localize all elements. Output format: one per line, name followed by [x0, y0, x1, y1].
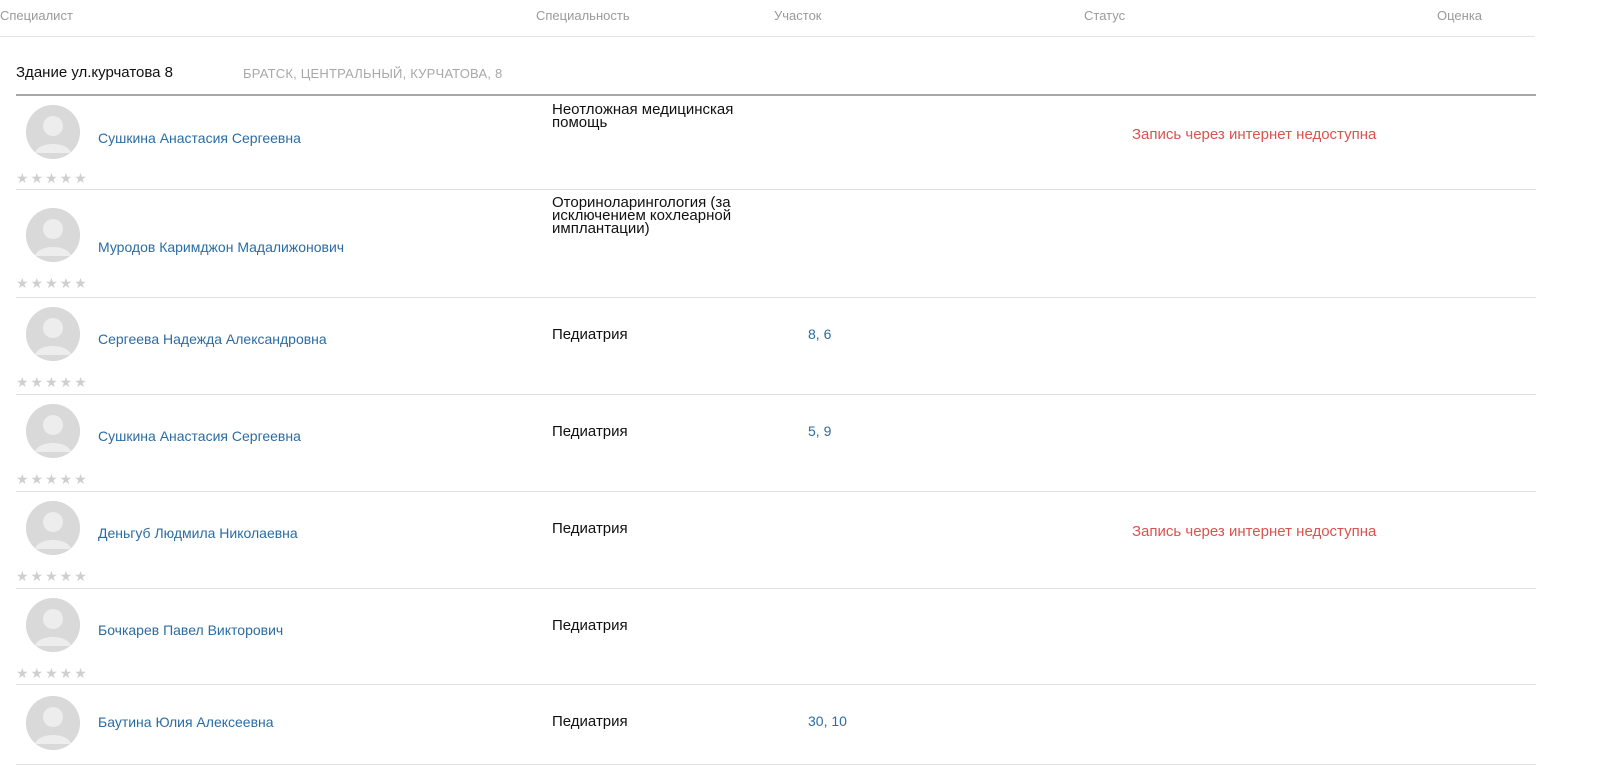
rating-stars[interactable]: ★★★★★	[16, 568, 89, 585]
specialist-name-link[interactable]: Сушкина Анастасия Сергеевна	[98, 428, 301, 444]
specialty-line: Педиатрия	[552, 713, 628, 730]
user-avatar-placeholder-icon	[26, 404, 80, 458]
header-plot: Участок	[774, 8, 822, 23]
specialist-name-link[interactable]: Баутина Юлия Алексеевна	[98, 714, 274, 730]
rating-stars[interactable]: ★★★★★	[16, 665, 89, 682]
specialist-name-link[interactable]: Муродов Каримджон Мадалижонович	[98, 239, 344, 255]
header-specialty: Специальность	[536, 8, 630, 23]
rating-stars[interactable]: ★★★★★	[16, 374, 89, 391]
specialist-name-link[interactable]: Сушкина Анастасия Сергеевна	[98, 130, 301, 146]
specialty: Педиатрия	[552, 713, 812, 730]
building-heading: Здание ул.курчатова 8 БРАТСК, ЦЕНТРАЛЬНЫ…	[16, 64, 1536, 96]
building-name: Здание ул.курчатова 8	[16, 64, 174, 81]
specialist-name-link[interactable]: Сергеева Надежда Александровна	[98, 331, 327, 347]
plot-link[interactable]: 5, 9	[808, 423, 831, 439]
table-row: Сушкина Анастасия Сергеевна Педиатрия 5, 9…	[16, 394, 1536, 492]
user-avatar-placeholder-icon	[26, 105, 80, 159]
building-address: БРАТСК, ЦЕНТРАЛЬНЫЙ, КУРЧАТОВА, 8	[243, 66, 503, 81]
user-avatar-placeholder-icon	[26, 598, 80, 652]
specialty-line: Педиатрия	[552, 326, 628, 343]
header-specialist: Специалист	[0, 8, 73, 23]
specialty-line: Педиатрия	[552, 617, 628, 634]
rating-stars[interactable]: ★★★★★	[16, 275, 89, 292]
header-status: Статус	[1084, 8, 1126, 23]
specialty: Педиатрия	[552, 326, 812, 343]
header-rating: Оценка	[1437, 8, 1483, 23]
specialty-line: Педиатрия	[552, 423, 628, 440]
user-avatar-placeholder-icon	[26, 501, 80, 555]
rating-stars[interactable]: ★★★★★	[16, 170, 89, 187]
user-avatar-placeholder-icon	[26, 208, 80, 262]
specialty: Педиатрия	[552, 423, 812, 440]
table-row: Муродов Каримджон Мадалижонович Оторинола…	[16, 189, 1536, 298]
specialty: Педиатрия	[552, 617, 812, 634]
table-row: Сушкина Анастасия Сергеевна Неотложная ме…	[16, 96, 1536, 190]
table-row: Деньгуб Людмила Николаевна Педиатрия Запис…	[16, 491, 1536, 589]
status-unavailable-text: Запись через интернет недоступна	[1132, 523, 1377, 540]
specialist-name-link[interactable]: Бочкарев Павел Викторович	[98, 622, 283, 638]
specialty-line: Педиатрия	[552, 520, 628, 537]
table-row: Бочкарев Павел Викторович Педиатрия ★★★★★	[16, 588, 1536, 685]
rating-stars[interactable]: ★★★★★	[16, 471, 89, 488]
specialty: Неотложная медицинская помощь	[552, 102, 812, 130]
specialty: Оториноларингология (за исключением кохле…	[552, 195, 812, 236]
status-unavailable-text: Запись через интернет недоступна	[1132, 126, 1377, 143]
specialist-name-link[interactable]: Деньгуб Людмила Николаевна	[98, 525, 298, 541]
table-row: Баутина Юлия Алексеевна Педиатрия 30, 10	[16, 684, 1536, 765]
table-row: Сергеева Надежда Александровна Педиатрия 8…	[16, 297, 1536, 395]
user-avatar-placeholder-icon	[26, 696, 80, 750]
specialty: Педиатрия	[552, 520, 812, 537]
plot-link[interactable]: 30, 10	[808, 713, 847, 729]
table-header: Специалист Специальность Участок Статус …	[0, 0, 1535, 37]
plot-link[interactable]: 8, 6	[808, 326, 831, 342]
user-avatar-placeholder-icon	[26, 307, 80, 361]
